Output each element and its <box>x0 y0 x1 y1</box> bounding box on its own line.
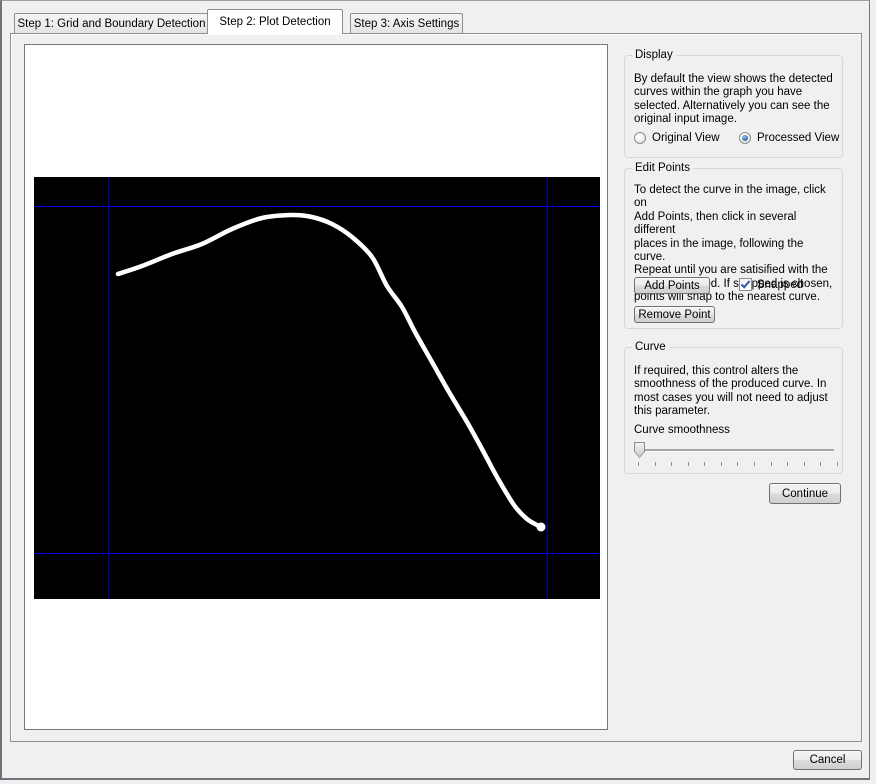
curve-group-title: Curve <box>632 341 669 354</box>
radio-unselected-icon <box>634 132 646 144</box>
tab-label: Step 2: Plot Detection <box>219 16 330 28</box>
radio-original-view[interactable]: Original View <box>634 132 720 144</box>
continue-button[interactable]: Continue <box>769 483 841 504</box>
snapped-checkbox[interactable]: Snapped <box>739 278 803 291</box>
tab-step3-axis-settings[interactable]: Step 3: Axis Settings <box>350 13 463 33</box>
curve-description: If required, this control alters the smo… <box>634 365 836 419</box>
radio-selected-icon <box>739 132 751 144</box>
tab-label: Step 1: Grid and Boundary Detection <box>18 18 206 30</box>
plot-detection-dialog: { "tabs": [ {"label": "Step 1: Grid and … <box>0 0 876 784</box>
slider-ticks <box>638 462 838 466</box>
checkbox-label: Snapped <box>757 279 803 291</box>
tab-step2-plot-detection[interactable]: Step 2: Plot Detection <box>207 9 343 34</box>
tab-step1-grid-boundary[interactable]: Step 1: Grid and Boundary Detection <box>14 13 209 33</box>
add-points-button[interactable]: Add Points <box>634 277 710 294</box>
curve-smoothness-label: Curve smoothness <box>634 424 730 436</box>
plot-svg <box>34 177 600 599</box>
remove-point-button[interactable]: Remove Point <box>634 306 715 323</box>
cancel-button[interactable]: Cancel <box>793 750 862 770</box>
tab-label: Step 3: Axis Settings <box>354 18 459 30</box>
radio-processed-view[interactable]: Processed View <box>739 132 839 144</box>
curve-smoothness-slider-thumb[interactable] <box>634 442 645 458</box>
display-group: Display By default the view shows the de… <box>624 55 843 158</box>
plot-image[interactable] <box>34 177 600 599</box>
tab-page-plot-detection: Display By default the view shows the de… <box>10 33 862 742</box>
edit-points-group: Edit Points To detect the curve in the i… <box>624 168 843 329</box>
display-description: By default the view shows the detected c… <box>634 73 836 127</box>
checkbox-checked-icon <box>739 278 752 291</box>
curve-smoothness-slider-track[interactable] <box>637 449 834 452</box>
display-group-title: Display <box>632 49 676 62</box>
radio-label: Processed View <box>757 132 839 144</box>
curve-group: Curve If required, this control alters t… <box>624 347 843 474</box>
radio-label: Original View <box>652 132 720 144</box>
edit-points-group-title: Edit Points <box>632 162 693 175</box>
image-view-panel[interactable] <box>24 44 608 730</box>
